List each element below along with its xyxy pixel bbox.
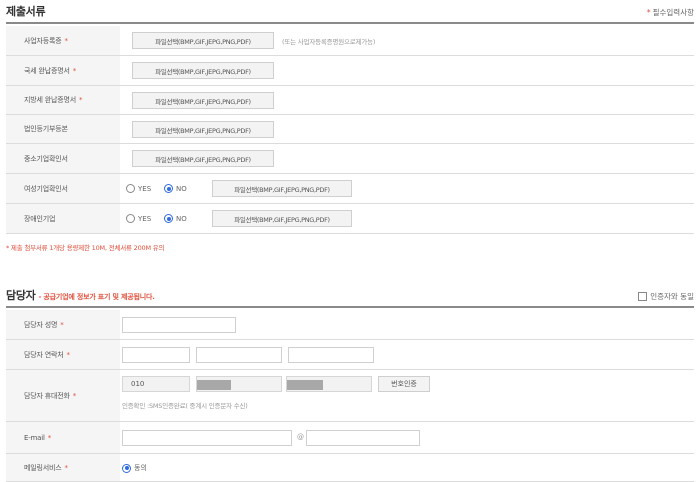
file-size-note: * 제출 첨부서류 1개당 용량제한 10M, 전체서류 200M 유의 bbox=[6, 244, 165, 252]
masked-value bbox=[197, 380, 231, 390]
file-select-button[interactable]: 파일선택(BMP,GIF,JEPG,PNG,PDF) bbox=[212, 210, 352, 227]
radio-selected-icon[interactable] bbox=[164, 184, 173, 193]
radio-circle-icon[interactable] bbox=[126, 184, 135, 193]
name-input[interactable] bbox=[122, 317, 236, 333]
required-note: * 필수입력사항 bbox=[646, 8, 694, 17]
contact-label: 메일링서비스 * bbox=[6, 454, 120, 481]
doc-label: 법인등기부등본 bbox=[6, 115, 120, 143]
contact-row-mailing: 메일링서비스 * 동의 bbox=[6, 454, 694, 482]
radio-circle-icon[interactable] bbox=[126, 214, 135, 223]
contact-label: E-mail * bbox=[6, 422, 120, 453]
phone-input-3[interactable] bbox=[288, 347, 374, 363]
doc-row-women-biz: 여성기업확인서 YES NO 파일선택(BMP,GIF,JEPG,PNG,PDF… bbox=[6, 174, 694, 204]
sms-verify-hint: 인증확인 :SMS인증완료( 중계시 인증문자 수신) bbox=[122, 402, 248, 410]
biz-reg-hint: (또는 사업자등록증명원으로제가능) bbox=[282, 38, 376, 46]
verify-number-button[interactable]: 번호인증 bbox=[378, 376, 430, 392]
phone-input-1[interactable] bbox=[122, 347, 190, 363]
at-sign: @ bbox=[297, 433, 304, 441]
file-select-button[interactable]: 파일선택(BMP,GIF,JEPG,PNG,PDF) bbox=[132, 121, 274, 138]
documents-table: 사업자등록증 * 파일선택(BMP,GIF,JEPG,PNG,PDF) (또는 사… bbox=[6, 26, 694, 234]
radio-yes[interactable]: YES bbox=[126, 214, 151, 223]
doc-label: 국세 완납증명서 * bbox=[6, 56, 120, 85]
contact-row-mobile: 담당자 휴대전화 * 010 번호인증 인증확인 :SMS인증완료( 중계시 인증… bbox=[6, 370, 694, 422]
doc-label: 지방세 완납증명서 * bbox=[6, 86, 120, 114]
contact-table: 담당자 성명 * 담당자 연락처 * 담당자 휴대전화 * 010 번호인증 인증확인… bbox=[6, 310, 694, 482]
contact-label: 담당자 연락처 * bbox=[6, 340, 120, 369]
doc-label: 장애인기업 bbox=[6, 204, 120, 233]
radio-no[interactable]: NO bbox=[164, 214, 187, 223]
doc-label: 여성기업확인서 bbox=[6, 174, 120, 203]
file-select-button[interactable]: 파일선택(BMP,GIF,JEPG,PNG,PDF) bbox=[132, 150, 274, 167]
file-select-button[interactable]: 파일선택(BMP,GIF,JEPG,PNG,PDF) bbox=[132, 92, 274, 109]
contact-header: 담당자 - 공급기업에 정보가 표기 및 제공됩니다. 인증자와 동일 bbox=[6, 286, 694, 308]
contact-row-name: 담당자 성명 * bbox=[6, 310, 694, 340]
doc-row-sme-cert: 중소기업확인서 파일선택(BMP,GIF,JEPG,PNG,PDF) bbox=[6, 144, 694, 174]
file-select-button[interactable]: 파일선택(BMP,GIF,JEPG,PNG,PDF) bbox=[212, 180, 352, 197]
file-select-button[interactable]: 파일선택(BMP,GIF,JEPG,PNG,PDF) bbox=[132, 32, 274, 49]
doc-label: 중소기업확인서 bbox=[6, 144, 120, 173]
documents-header: 제출서류 * 필수입력사항 bbox=[6, 2, 694, 24]
required-star: * bbox=[646, 8, 651, 17]
documents-title: 제출서류 bbox=[6, 5, 46, 18]
doc-row-biz-reg: 사업자등록증 * 파일선택(BMP,GIF,JEPG,PNG,PDF) (또는 사… bbox=[6, 26, 694, 56]
doc-row-disabled-biz: 장애인기업 YES NO 파일선택(BMP,GIF,JEPG,PNG,PDF) bbox=[6, 204, 694, 234]
mobile-prefix-input[interactable]: 010 bbox=[122, 376, 190, 392]
radio-selected-icon[interactable] bbox=[122, 463, 131, 473]
doc-row-national-tax: 국세 완납증명서 * 파일선택(BMP,GIF,JEPG,PNG,PDF) bbox=[6, 56, 694, 86]
mobile-middle-input[interactable] bbox=[196, 376, 282, 392]
contact-subtitle: - 공급기업에 정보가 표기 및 제공됩니다. bbox=[38, 293, 155, 301]
masked-value bbox=[287, 380, 323, 390]
radio-no[interactable]: NO bbox=[164, 184, 187, 193]
contact-title: 담당자 - 공급기업에 정보가 표기 및 제공됩니다. bbox=[6, 289, 155, 302]
doc-label: 사업자등록증 * bbox=[6, 26, 120, 55]
contact-row-email: E-mail * @ bbox=[6, 422, 694, 454]
checkbox-icon[interactable] bbox=[638, 292, 648, 301]
mobile-last-input[interactable] bbox=[286, 376, 372, 392]
doc-row-corp-registry: 법인등기부등본 파일선택(BMP,GIF,JEPG,PNG,PDF) bbox=[6, 115, 694, 144]
email-domain-input[interactable] bbox=[306, 430, 420, 446]
same-as-cert-checkbox[interactable]: 인증자와 동일 bbox=[638, 291, 694, 302]
doc-row-local-tax: 지방세 완납증명서 * 파일선택(BMP,GIF,JEPG,PNG,PDF) bbox=[6, 86, 694, 115]
mailing-agree-radio[interactable]: 동의 bbox=[122, 463, 147, 473]
contact-label: 담당자 휴대전화 * bbox=[6, 370, 120, 421]
email-id-input[interactable] bbox=[122, 430, 292, 446]
radio-selected-icon[interactable] bbox=[164, 214, 173, 223]
radio-yes[interactable]: YES bbox=[126, 184, 151, 193]
contact-row-phone: 담당자 연락처 * bbox=[6, 340, 694, 370]
contact-label: 담당자 성명 * bbox=[6, 310, 120, 339]
file-select-button[interactable]: 파일선택(BMP,GIF,JEPG,PNG,PDF) bbox=[132, 62, 274, 79]
phone-input-2[interactable] bbox=[196, 347, 282, 363]
